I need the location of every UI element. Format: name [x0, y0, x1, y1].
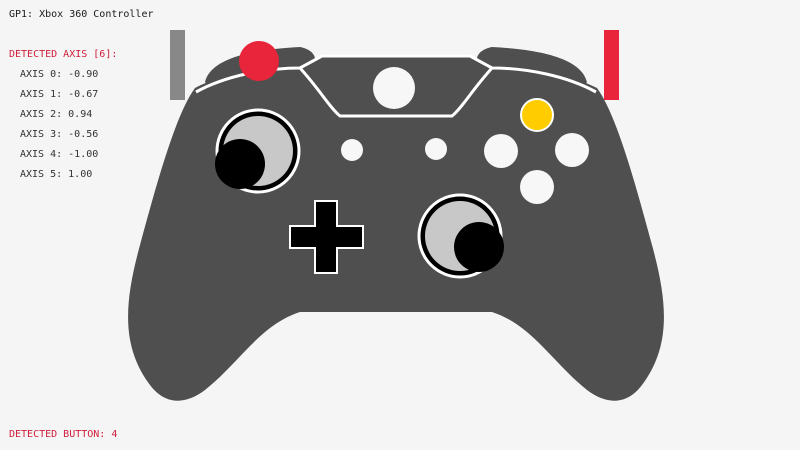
- b-button: [555, 133, 589, 167]
- x-button: [484, 134, 518, 168]
- left-bumper-pressed-indicator: [239, 41, 279, 81]
- right-stick-knob: [454, 222, 504, 272]
- menu-button: [425, 138, 447, 160]
- controller-diagram: [128, 30, 664, 401]
- view-button: [341, 139, 363, 161]
- right-trigger-bar: [604, 30, 619, 100]
- guide-button: [373, 67, 415, 109]
- a-button: [520, 170, 554, 204]
- left-trigger-bar: [170, 30, 185, 100]
- y-button: [520, 98, 554, 132]
- left-stick-knob: [215, 139, 265, 189]
